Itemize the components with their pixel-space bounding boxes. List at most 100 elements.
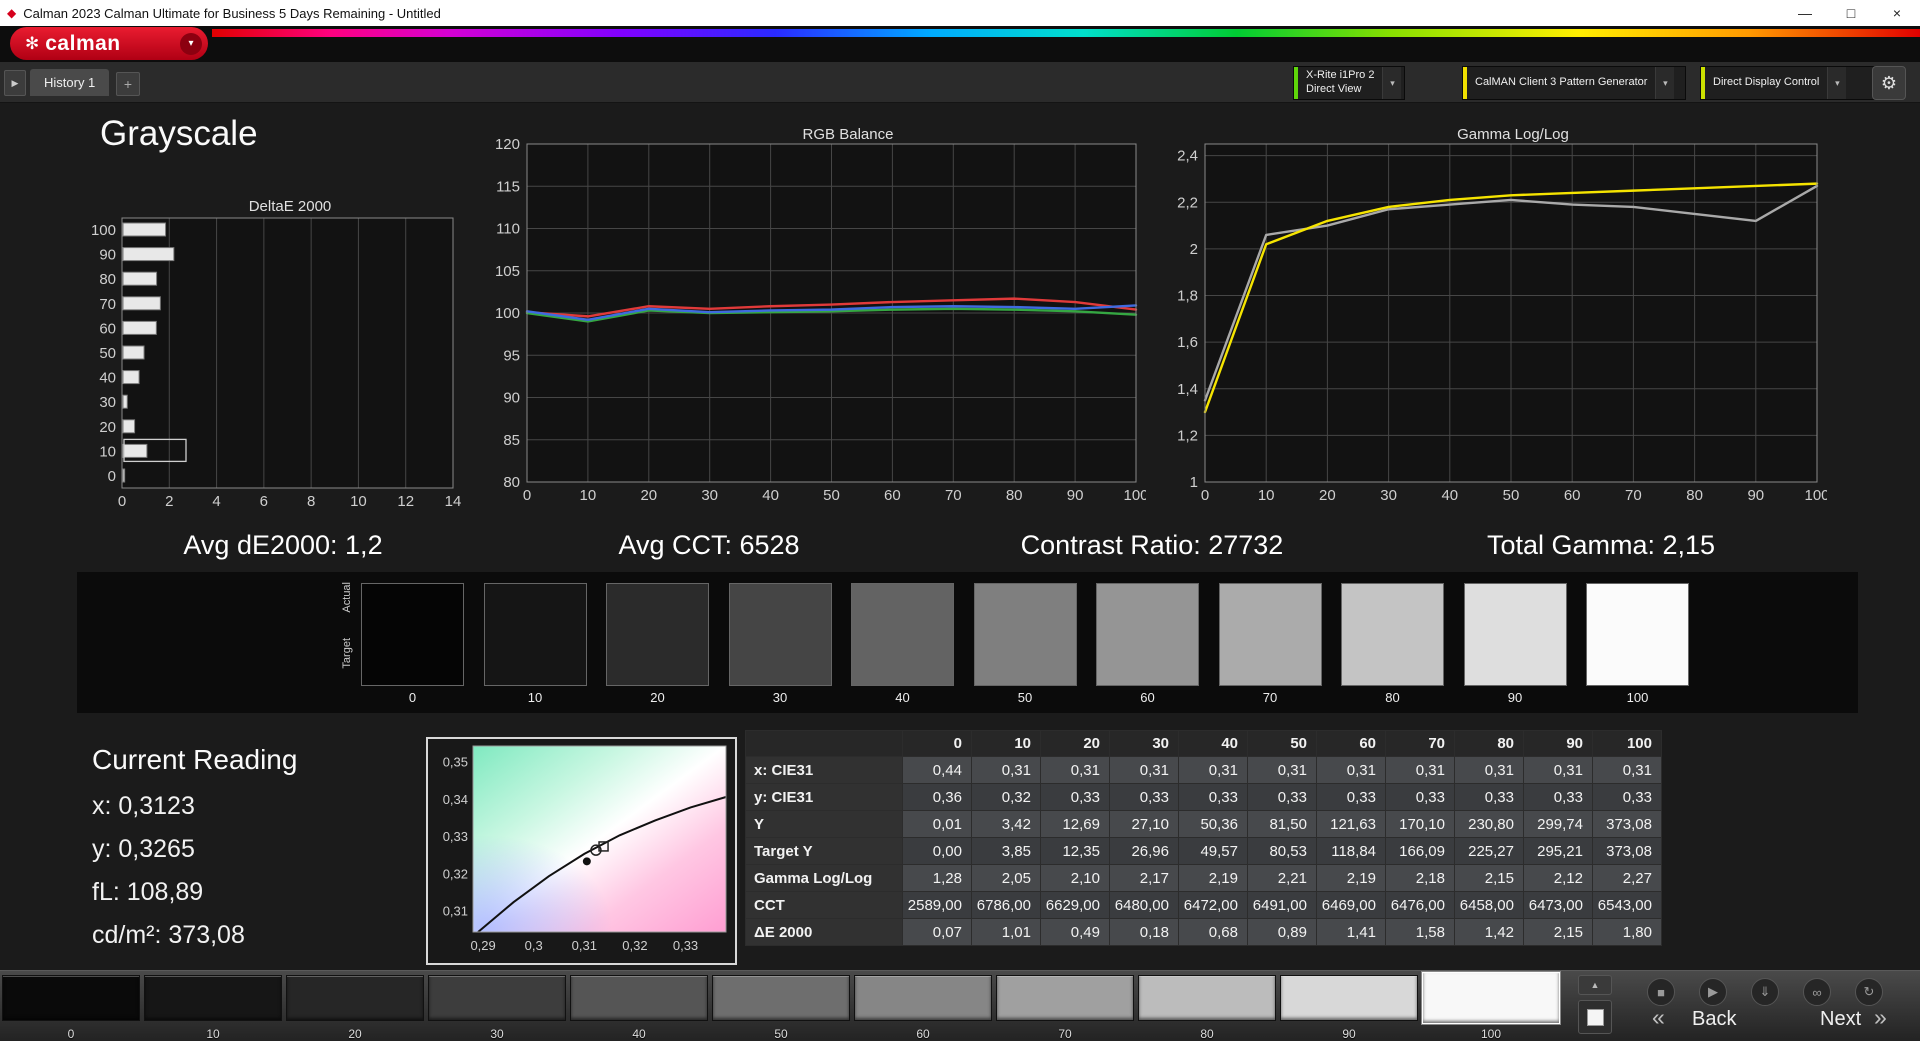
- table-col-header-90: 90: [1523, 730, 1593, 757]
- logo-menu-chevron-icon[interactable]: ▾: [180, 32, 202, 55]
- stop-icon: ■: [1657, 984, 1665, 1000]
- svg-text:80: 80: [503, 474, 520, 491]
- table-row: Y 0,01 3,42 12,69 27,10 50,36 81,50 121,63 170,1…: [745, 810, 1662, 838]
- next-chevrons-icon[interactable]: »: [1874, 1004, 1887, 1031]
- gamma-line-chart: 0 10 20 30 40 50 60 70 80 90 100 1 1,2 1,4 1,6 1,8 2 2,2 2…: [1158, 136, 1830, 513]
- table-value-cell: 0,31: [1109, 756, 1179, 784]
- next-button[interactable]: Next: [1820, 1008, 1861, 1031]
- table-value-cell: 0,44: [902, 756, 972, 784]
- maximize-button[interactable]: □: [1828, 0, 1874, 26]
- svg-text:0,33: 0,33: [673, 938, 698, 953]
- save-button[interactable]: ⇓: [1751, 978, 1779, 1006]
- table-value-cell: 2,18: [1385, 864, 1455, 892]
- table-value-cell: 299,74: [1523, 810, 1593, 838]
- table-value-cell: 2,15: [1454, 864, 1524, 892]
- reading-cdm2: cd/m²: 373,08: [92, 921, 245, 949]
- display-chevron-down-icon[interactable]: ▾: [1827, 67, 1847, 99]
- reading-y: y: 0,3265: [92, 835, 195, 863]
- svg-text:20: 20: [99, 419, 116, 436]
- pattern-patch-40[interactable]: [570, 975, 708, 1021]
- table-value-cell: 6543,00: [1592, 891, 1662, 919]
- tab-history-1[interactable]: History 1: [30, 69, 110, 96]
- grayscale-swatch-70: [1218, 583, 1322, 686]
- pattern-generator-dropdown[interactable]: CalMAN Client 3 Pattern Generator ▾: [1462, 66, 1686, 100]
- meter-chevron-down-icon[interactable]: ▾: [1382, 67, 1402, 99]
- pattern-patch-10[interactable]: [144, 975, 282, 1021]
- layout-nav-arrow-button[interactable]: ▶: [4, 70, 26, 96]
- svg-text:90: 90: [1067, 487, 1084, 504]
- pattern-patch-100[interactable]: [1421, 971, 1561, 1025]
- svg-text:100: 100: [1123, 487, 1146, 504]
- table-value-cell: 170,10: [1385, 810, 1455, 838]
- play-icon: ▶: [1708, 984, 1718, 999]
- refresh-button[interactable]: ↻: [1855, 978, 1883, 1006]
- link-button[interactable]: ∞: [1803, 978, 1831, 1006]
- table-col-header-20: 20: [1040, 730, 1110, 757]
- svg-text:0: 0: [108, 468, 116, 485]
- table-value-cell: 2,15: [1523, 918, 1593, 946]
- pattern-panel-up-button[interactable]: ▲: [1578, 975, 1612, 995]
- pattern-window-button[interactable]: [1578, 1000, 1612, 1034]
- stop-button[interactable]: ■: [1647, 978, 1675, 1006]
- close-button[interactable]: ×: [1874, 0, 1920, 26]
- grayscale-swatch-panel: Actual Target 0 10 20 30 40 50 60 70 80 90 100: [77, 572, 1858, 713]
- back-chevrons-icon[interactable]: «: [1652, 1004, 1665, 1031]
- back-button[interactable]: Back: [1692, 1008, 1736, 1031]
- display-control-dropdown[interactable]: Direct Display Control ▾: [1700, 66, 1886, 100]
- settings-gear-button[interactable]: ⚙: [1872, 66, 1906, 100]
- svg-text:70: 70: [1625, 487, 1642, 504]
- svg-text:2: 2: [1190, 241, 1198, 258]
- measurement-table: 0 10 20 30 40 50 60 70 80 90 100 x: CIE31 0,44 0,31 0,…: [745, 730, 1662, 946]
- svg-text:1: 1: [1190, 474, 1198, 491]
- svg-text:1,4: 1,4: [1177, 381, 1198, 398]
- table-value-cell: 1,80: [1592, 918, 1662, 946]
- pattern-patch-label: 70: [1058, 1027, 1072, 1041]
- pattern-patch-20[interactable]: [286, 975, 424, 1021]
- pattern-patch-0[interactable]: [2, 975, 140, 1021]
- window-titlebar: ◆ Calman 2023 Calman Ultimate for Busine…: [0, 0, 1920, 26]
- svg-text:70: 70: [99, 296, 116, 313]
- svg-text:10: 10: [580, 487, 597, 504]
- svg-text:0,32: 0,32: [443, 866, 468, 881]
- play-button[interactable]: ▶: [1699, 978, 1727, 1006]
- swatch-level-label: 60: [1140, 690, 1155, 705]
- pattern-patch-70[interactable]: [996, 975, 1134, 1021]
- pattern-patch-60[interactable]: [854, 975, 992, 1021]
- svg-text:100: 100: [91, 222, 116, 239]
- svg-text:95: 95: [503, 347, 520, 364]
- table-row: x: CIE31 0,44 0,31 0,31 0,31 0,31 0,31 0,31 0,31…: [745, 756, 1662, 784]
- table-value-cell: 6480,00: [1109, 891, 1179, 919]
- refresh-icon: ↻: [1863, 984, 1875, 999]
- svg-text:110: 110: [496, 221, 520, 238]
- svg-text:80: 80: [1686, 487, 1703, 504]
- meter-label: X-Rite i1Pro 2 Direct View: [1306, 69, 1375, 95]
- grayscale-swatch-100: [1586, 583, 1689, 686]
- add-layout-tab-button[interactable]: +: [116, 72, 140, 96]
- pattern-patch-30[interactable]: [428, 975, 566, 1021]
- page-title: Grayscale: [100, 114, 258, 153]
- pattern-chevron-down-icon[interactable]: ▾: [1655, 67, 1675, 99]
- svg-text:2,4: 2,4: [1177, 148, 1198, 165]
- table-value-cell: 2,21: [1247, 864, 1317, 892]
- deltae-bar-chart: 0 2 4 6 8 10 12 14 0 10 20 30 40 50 60 70 80 90 100: [76, 210, 463, 519]
- table-value-cell: 0,31: [1454, 756, 1524, 784]
- calman-logo[interactable]: ✻ calman ▾: [10, 27, 208, 60]
- table-value-cell: 2,19: [1316, 864, 1386, 892]
- minimize-button[interactable]: —: [1782, 0, 1828, 26]
- svg-text:10: 10: [350, 493, 367, 510]
- pattern-patch-90[interactable]: [1280, 975, 1418, 1021]
- svg-text:0,31: 0,31: [443, 904, 468, 919]
- svg-text:0: 0: [523, 487, 531, 504]
- table-value-cell: 0,31: [971, 756, 1041, 784]
- svg-text:0,31: 0,31: [572, 938, 597, 953]
- meter-dropdown[interactable]: X-Rite i1Pro 2 Direct View ▾: [1293, 66, 1405, 100]
- pattern-patch-50[interactable]: [712, 975, 850, 1021]
- svg-text:60: 60: [1564, 487, 1581, 504]
- table-value-cell: 49,57: [1178, 837, 1248, 865]
- app-icon: ◆: [7, 6, 17, 20]
- pattern-patch-80[interactable]: [1138, 975, 1276, 1021]
- table-value-cell: 0,33: [1454, 783, 1524, 811]
- table-value-cell: 0,33: [1523, 783, 1593, 811]
- svg-text:0: 0: [1201, 487, 1209, 504]
- swatch-level-label: 20: [650, 690, 665, 705]
